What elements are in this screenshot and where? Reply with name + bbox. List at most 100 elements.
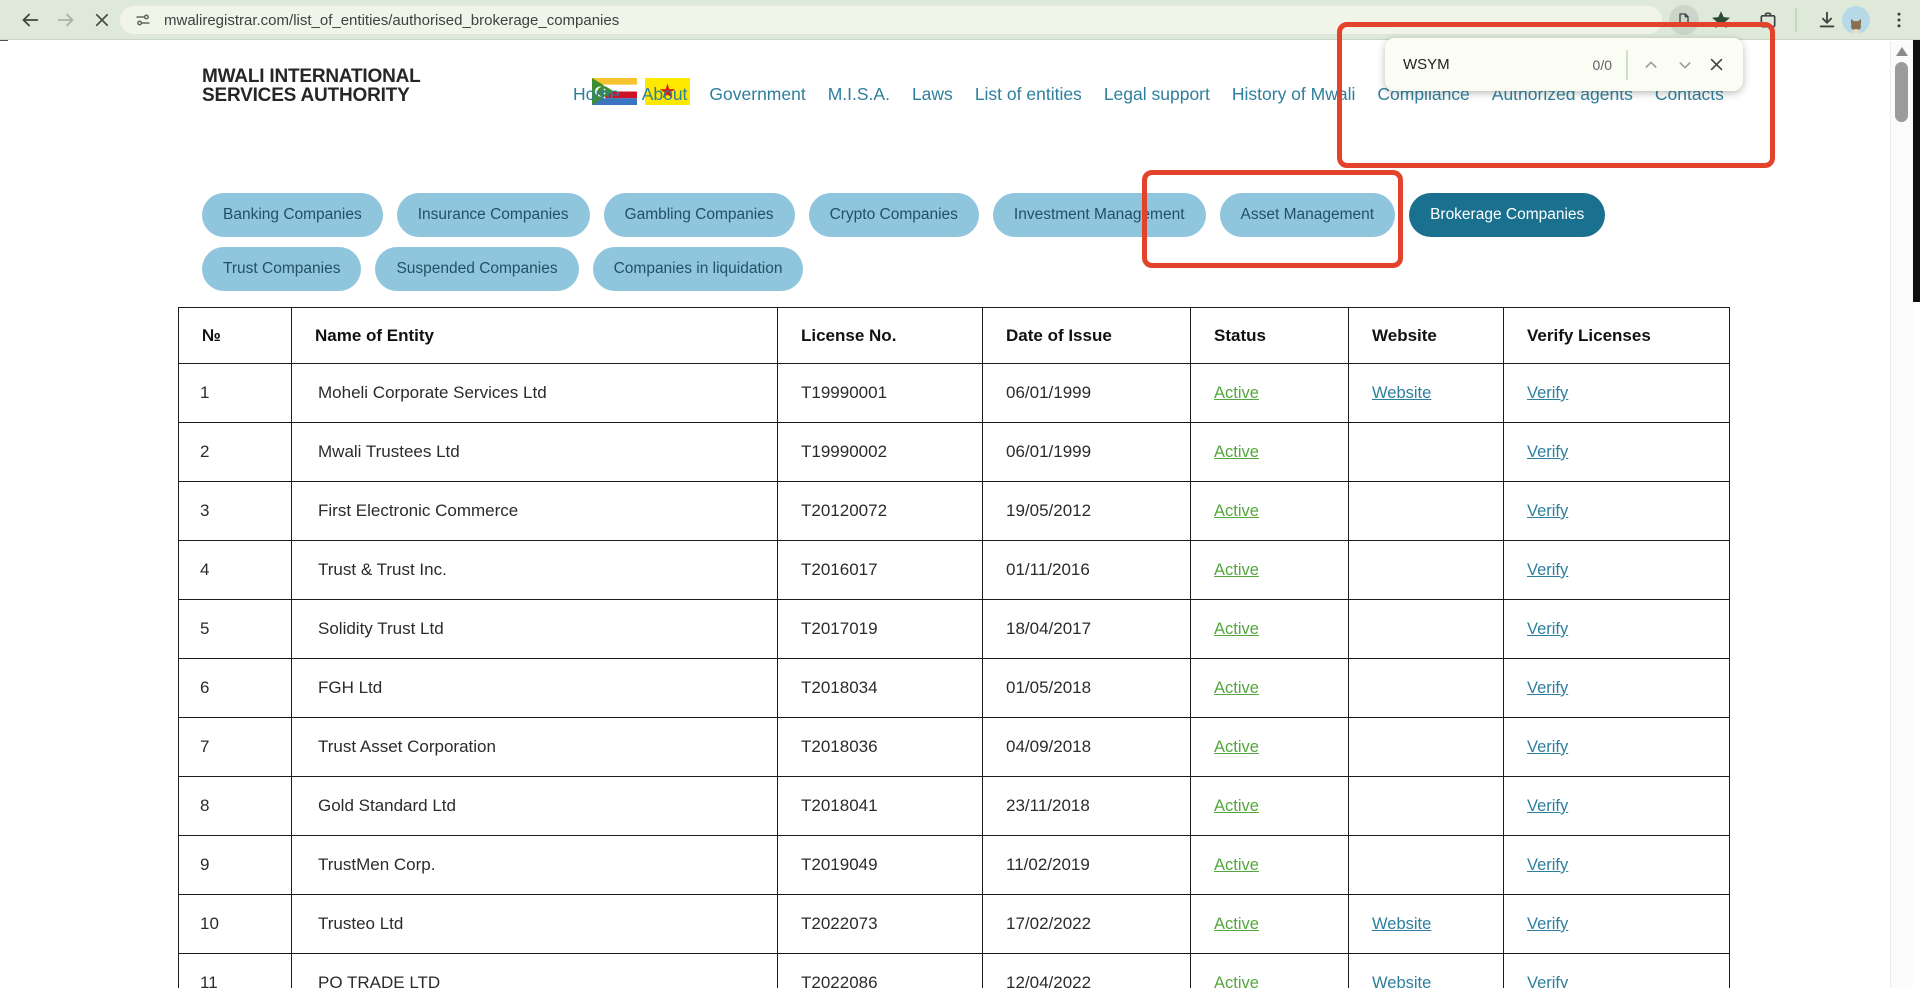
forward-icon — [55, 9, 77, 31]
cell-number: 11 — [179, 954, 292, 988]
filter-tab[interactable]: Companies in liquidation — [593, 247, 804, 291]
verify-link[interactable]: Verify — [1527, 797, 1568, 815]
scrollbar-up-arrow[interactable] — [1896, 47, 1908, 56]
verify-link[interactable]: Verify — [1527, 974, 1568, 988]
website-link[interactable]: Website — [1372, 974, 1431, 988]
find-previous-button[interactable] — [1643, 57, 1659, 73]
filter-tab[interactable]: Trust Companies — [202, 247, 361, 291]
table-row: 5 Solidity Trust Ltd T2017019 18/04/2017… — [179, 600, 1730, 659]
nav-link[interactable]: History of Mwali — [1232, 84, 1356, 105]
nav-link[interactable]: Laws — [912, 84, 953, 105]
logo-line1: MWALI INTERNATIONAL — [202, 67, 421, 86]
website-link[interactable]: Website — [1372, 915, 1431, 933]
filter-tab[interactable]: Banking Companies — [202, 193, 383, 237]
cell-website — [1349, 659, 1504, 718]
cell-verify: Verify — [1504, 777, 1730, 836]
status-active-link[interactable]: Active — [1214, 797, 1259, 815]
nav-link[interactable]: About — [642, 84, 688, 105]
cell-license: T2018041 — [778, 777, 983, 836]
column-header: Verify Licenses — [1504, 308, 1730, 364]
find-query-input[interactable] — [1403, 56, 1553, 73]
status-active-link[interactable]: Active — [1214, 620, 1259, 638]
bookmark-star-button[interactable] — [1706, 5, 1736, 35]
status-active-link[interactable]: Active — [1214, 856, 1259, 874]
filter-tab[interactable]: Gambling Companies — [604, 193, 795, 237]
cell-entity-name: Trust Asset Corporation — [292, 718, 778, 777]
filter-tab[interactable]: Suspended Companies — [375, 247, 578, 291]
browser-menu-button[interactable] — [1884, 5, 1914, 35]
cell-verify: Verify — [1504, 541, 1730, 600]
find-next-button[interactable] — [1677, 57, 1693, 73]
cell-verify: Verify — [1504, 600, 1730, 659]
cell-date: 23/11/2018 — [983, 777, 1191, 836]
scrollbar-track[interactable] — [1890, 41, 1913, 988]
status-active-link[interactable]: Active — [1214, 915, 1259, 933]
filter-tab[interactable]: Investment Management — [993, 193, 1206, 237]
cell-number: 4 — [179, 541, 292, 600]
cell-verify: Verify — [1504, 954, 1730, 988]
status-active-link[interactable]: Active — [1214, 502, 1259, 520]
nav-link[interactable]: M.I.S.A. — [828, 84, 890, 105]
column-header: Website — [1349, 308, 1504, 364]
nav-link[interactable]: Home — [573, 84, 620, 105]
verify-link[interactable]: Verify — [1527, 738, 1568, 756]
cell-entity-name: FGH Ltd — [292, 659, 778, 718]
cell-verify: Verify — [1504, 482, 1730, 541]
nav-link[interactable]: Government — [709, 84, 805, 105]
cell-verify: Verify — [1504, 836, 1730, 895]
cell-status: Active — [1191, 423, 1349, 482]
scrollbar-thumb[interactable] — [1895, 62, 1908, 122]
cell-entity-name: Trust & Trust Inc. — [292, 541, 778, 600]
cell-verify: Verify — [1504, 718, 1730, 777]
address-bar[interactable]: mwaliregistrar.com/list_of_entities/auth… — [120, 6, 1662, 34]
cell-number: 6 — [179, 659, 292, 718]
cell-entity-name: Gold Standard Ltd — [292, 777, 778, 836]
cell-license: T2019049 — [778, 836, 983, 895]
cell-date: 01/11/2016 — [983, 541, 1191, 600]
status-active-link[interactable]: Active — [1214, 443, 1259, 461]
cell-license: T19990001 — [778, 364, 983, 423]
filter-tab[interactable]: Brokerage Companies — [1409, 193, 1605, 237]
nav-link[interactable]: List of entities — [975, 84, 1082, 105]
verify-link[interactable]: Verify — [1527, 561, 1568, 579]
profile-avatar[interactable] — [1842, 6, 1870, 34]
status-active-link[interactable]: Active — [1214, 384, 1259, 402]
chevron-up-icon — [1643, 57, 1659, 73]
filter-tab[interactable]: Insurance Companies — [397, 193, 590, 237]
status-active-link[interactable]: Active — [1214, 738, 1259, 756]
filter-tab[interactable]: Asset Management — [1220, 193, 1396, 237]
verify-link[interactable]: Verify — [1527, 502, 1568, 520]
nav-link[interactable]: Legal support — [1104, 84, 1210, 105]
verify-link[interactable]: Verify — [1527, 384, 1568, 402]
forward-button[interactable] — [51, 5, 81, 35]
cell-number: 2 — [179, 423, 292, 482]
verify-link[interactable]: Verify — [1527, 443, 1568, 461]
cell-date: 19/05/2012 — [983, 482, 1191, 541]
back-button[interactable] — [15, 5, 45, 35]
cell-number: 8 — [179, 777, 292, 836]
filter-tab[interactable]: Crypto Companies — [809, 193, 979, 237]
cell-verify: Verify — [1504, 423, 1730, 482]
find-close-button[interactable] — [1708, 56, 1725, 73]
website-link[interactable]: Website — [1372, 384, 1431, 402]
verify-link[interactable]: Verify — [1527, 620, 1568, 638]
save-to-collection-button[interactable] — [1753, 5, 1783, 35]
entity-filter-tabs: Banking Companies Insurance Companies Gamb… — [202, 193, 1692, 291]
cell-status: Active — [1191, 954, 1349, 988]
cell-date: 06/01/1999 — [983, 364, 1191, 423]
cell-license: T2016017 — [778, 541, 983, 600]
cell-status: Active — [1191, 895, 1349, 954]
status-active-link[interactable]: Active — [1214, 679, 1259, 697]
verify-link[interactable]: Verify — [1527, 679, 1568, 697]
cell-status: Active — [1191, 541, 1349, 600]
stop-loading-button[interactable] — [87, 5, 117, 35]
status-active-link[interactable]: Active — [1214, 561, 1259, 579]
cell-date: 17/02/2022 — [983, 895, 1191, 954]
verify-link[interactable]: Verify — [1527, 856, 1568, 874]
status-active-link[interactable]: Active — [1214, 974, 1259, 988]
downloads-button[interactable] — [1812, 5, 1842, 35]
reading-mode-button[interactable] — [1669, 5, 1699, 35]
cell-license: T2018036 — [778, 718, 983, 777]
verify-link[interactable]: Verify — [1527, 915, 1568, 933]
avatar-cat-icon — [1847, 18, 1865, 34]
